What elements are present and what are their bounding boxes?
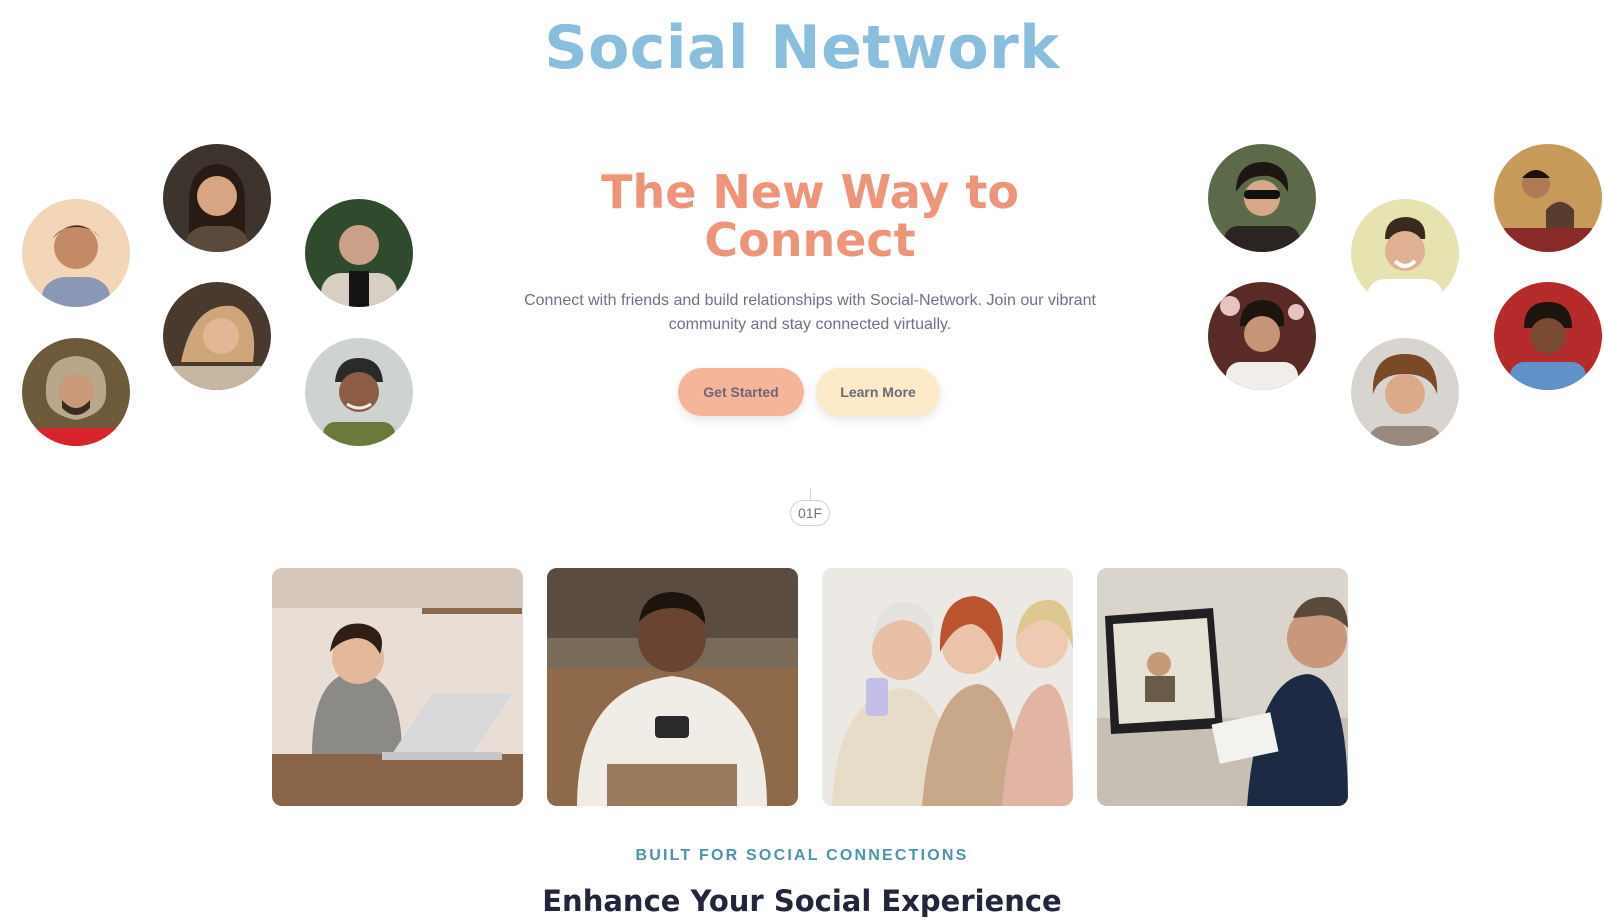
- avatar-left-6: [305, 338, 413, 446]
- video-call-photo: [1097, 568, 1348, 806]
- avatar-left-3: [305, 199, 413, 307]
- avatar-left-2: [163, 144, 271, 252]
- women-group-phone-photo: [822, 568, 1073, 806]
- avatar-right-6: [1494, 282, 1602, 390]
- get-started-button[interactable]: Get Started: [678, 368, 804, 416]
- avatar-right-5: [1351, 338, 1459, 446]
- hero-heading: The New Way to Connect: [601, 165, 1019, 267]
- avatar-right-4: [1208, 282, 1316, 390]
- section-title: Enhance Your Social Experience: [542, 884, 1062, 918]
- site-title: Social Network: [544, 13, 1060, 83]
- woman-laptop-photo: [272, 568, 523, 806]
- avatar-right-3: [1494, 144, 1602, 252]
- avatar-right-1: [1208, 144, 1316, 252]
- avatar-left-1: [22, 199, 130, 307]
- hero-description: Connect with friends and build relations…: [524, 292, 1096, 333]
- section-eyebrow: BUILT FOR SOCIAL CONNECTIONS: [635, 847, 969, 864]
- avatar-right-2: [1351, 199, 1459, 307]
- page-marker-badge: 01F: [790, 500, 830, 526]
- avatar-left-4: [163, 282, 271, 390]
- man-phone-photo: [547, 568, 798, 806]
- avatar-left-5: [22, 338, 130, 446]
- learn-more-button[interactable]: Learn More: [816, 368, 940, 416]
